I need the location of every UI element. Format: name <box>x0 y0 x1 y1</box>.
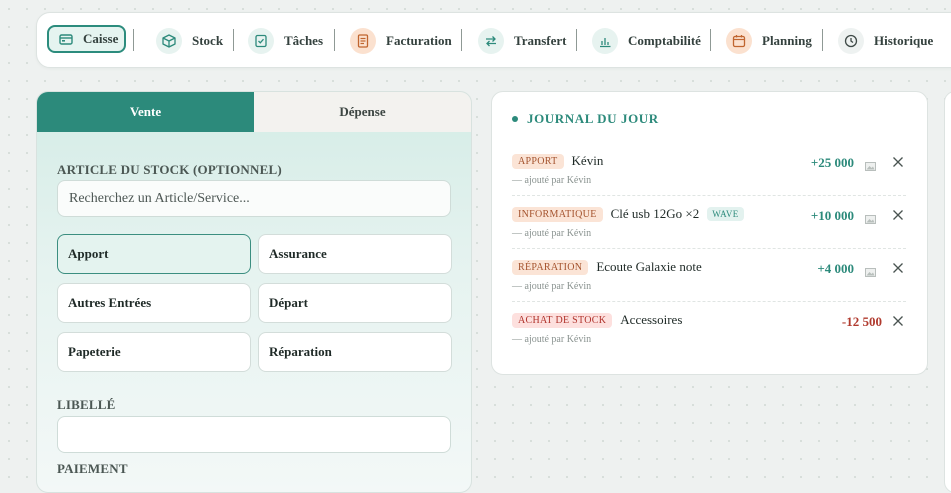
entry-name: Ecoute Galaxie note <box>596 259 702 274</box>
nav-item-transfert[interactable]: Transfert <box>478 26 566 56</box>
nav-item-comptabilite[interactable]: Comptabilité <box>592 26 701 56</box>
journal-entry: APPORT Kévin — ajouté par Kévin +25 000 <box>512 143 906 196</box>
journal-entry: ACHAT DE STOCK Accessoires — ajouté par … <box>512 302 906 355</box>
transaction-form-panel: Vente Dépense ARTICLE DU STOCK (OPTIONNE… <box>36 91 472 493</box>
delete-entry-icon[interactable] <box>892 261 904 279</box>
nav-label: Tâches <box>284 33 323 48</box>
entry-name: Clé usb 12Go ×2 <box>610 206 700 221</box>
transfer-arrows-icon <box>478 28 504 54</box>
nav-label: Transfert <box>514 33 567 48</box>
nav-label: Stock <box>192 33 224 48</box>
payment-method-tag: WAVE <box>707 207 744 221</box>
nav-label: Facturation <box>386 33 452 48</box>
nav-divider <box>133 29 134 51</box>
nav-divider <box>576 29 577 51</box>
status-dot <box>512 116 518 122</box>
category-depart-button[interactable]: Départ <box>258 283 452 323</box>
category-badge: RÉPARATION <box>512 259 589 275</box>
tab-vente[interactable]: Vente <box>37 92 254 132</box>
nav-divider <box>822 29 823 51</box>
journal-title: JOURNAL DU JOUR <box>512 111 659 127</box>
category-badge: ACHAT DE STOCK <box>512 312 613 328</box>
cash-register-icon <box>57 26 75 52</box>
entry-added-by: — ajouté par Kévin <box>512 334 592 345</box>
category-autres-entrees-button[interactable]: Autres Entrées <box>57 283 251 323</box>
journal-title-text: JOURNAL DU JOUR <box>527 111 659 126</box>
delete-entry-icon[interactable] <box>892 314 904 332</box>
entry-name: Kévin <box>571 153 604 168</box>
entry-amount: +10 000 <box>810 208 854 223</box>
category-badge: INFORMATIQUE <box>512 206 603 222</box>
category-assurance-button[interactable]: Assurance <box>258 234 452 274</box>
nav-label: Planning <box>762 33 812 48</box>
tab-depense[interactable]: Dépense <box>254 92 471 132</box>
entry-added-by: — ajouté par Kévin <box>512 281 592 292</box>
nav-item-stock[interactable]: Stock <box>156 26 223 56</box>
nav-label: Historique <box>874 33 934 48</box>
receipt-image-icon[interactable] <box>865 211 876 229</box>
nav-item-caisse[interactable]: Caisse <box>47 25 126 53</box>
nav-label: Caisse <box>83 31 119 46</box>
category-papeterie-button[interactable]: Papeterie <box>57 332 251 372</box>
calendar-icon <box>726 28 752 54</box>
nav-item-facturation[interactable]: Facturation <box>350 26 452 56</box>
entry-added-by: — ajouté par Kévin <box>512 228 592 239</box>
journal-entry: RÉPARATION Ecoute Galaxie note — ajouté … <box>512 249 906 302</box>
category-badge: APPORT <box>512 153 564 169</box>
nav-divider <box>710 29 711 51</box>
nav-item-taches[interactable]: Tâches <box>248 26 323 56</box>
category-apport-button[interactable]: Apport <box>57 234 251 274</box>
nav-label: Comptabilité <box>628 33 701 48</box>
stock-article-label: ARTICLE DU STOCK (OPTIONNEL) <box>57 162 282 177</box>
journal-entry: INFORMATIQUE Clé usb 12Go ×2 WAVE — ajou… <box>512 196 906 249</box>
entry-amount: +4 000 <box>817 261 854 276</box>
invoice-icon <box>350 28 376 54</box>
receipt-image-icon[interactable] <box>865 158 876 176</box>
libelle-input[interactable] <box>57 416 451 453</box>
bar-chart-icon <box>592 28 618 54</box>
clock-icon <box>838 28 864 54</box>
nav-divider <box>233 29 234 51</box>
payment-label: PAIEMENT <box>57 461 128 476</box>
libelle-label: LIBELLÉ <box>57 397 116 412</box>
nav-divider <box>461 29 462 51</box>
entry-amount: -12 500 <box>841 314 882 329</box>
category-reparation-button[interactable]: Réparation <box>258 332 452 372</box>
entry-amount: +25 000 <box>810 155 854 170</box>
delete-entry-icon[interactable] <box>892 155 904 173</box>
entry-name: Accessoires <box>620 312 683 327</box>
transaction-type-tabs: Vente Dépense <box>37 92 471 132</box>
nav-item-planning[interactable]: Planning <box>726 26 812 56</box>
main-nav: Caisse Stock Tâches Facturation Transfer… <box>36 12 951 68</box>
entry-added-by: — ajouté par Kévin <box>512 175 592 186</box>
box-icon <box>156 28 182 54</box>
checklist-icon <box>248 28 274 54</box>
delete-entry-icon[interactable] <box>892 208 904 226</box>
right-panel-edge <box>944 91 951 493</box>
article-search-input[interactable] <box>57 180 451 217</box>
nav-item-historique[interactable]: Historique <box>838 26 933 56</box>
nav-divider <box>334 29 335 51</box>
daily-journal-panel: JOURNAL DU JOUR APPORT Kévin — ajouté pa… <box>491 91 928 375</box>
receipt-image-icon[interactable] <box>865 264 876 282</box>
